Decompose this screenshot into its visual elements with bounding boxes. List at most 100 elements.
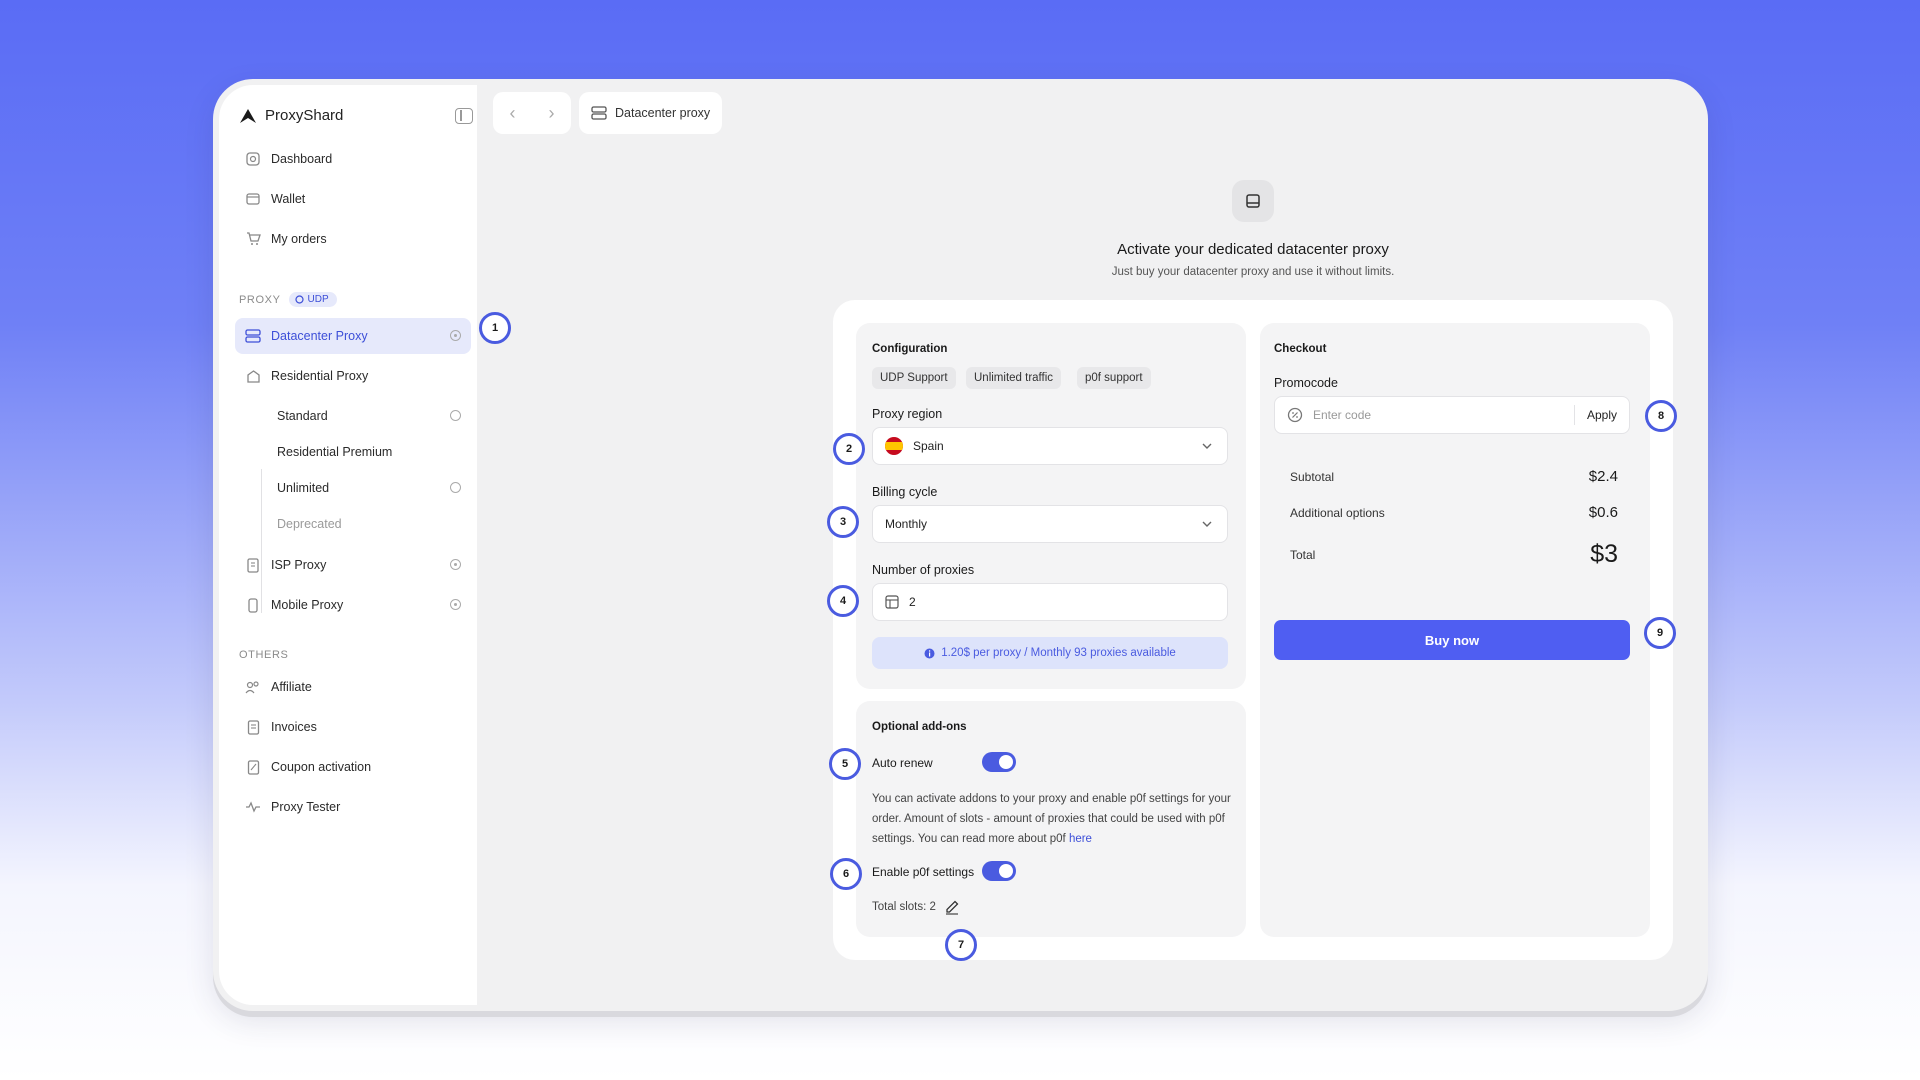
total-value: $3	[1590, 540, 1618, 568]
datacenter-icon	[1232, 180, 1274, 222]
promocode-input[interactable]	[1313, 408, 1564, 422]
p0f-toggle[interactable]	[982, 861, 1016, 881]
callout-badge: 9	[1644, 617, 1676, 649]
page-subtitle: Just buy your datacenter proxy and use i…	[1111, 266, 1395, 278]
region-select[interactable]: Spain	[872, 427, 1228, 465]
region-value: Spain	[913, 439, 944, 453]
phone-icon	[245, 597, 261, 613]
breadcrumb-label: Datacenter proxy	[615, 106, 711, 120]
read-more-link[interactable]: here	[1069, 833, 1092, 845]
info-dot-icon	[450, 559, 461, 570]
checkout-title: Checkout	[1274, 343, 1327, 355]
brand[interactable]: ProxyShard	[239, 107, 343, 124]
billing-select[interactable]: Monthly	[872, 505, 1228, 543]
info-dot-icon	[450, 410, 461, 421]
sidebar-item-label: My orders	[271, 232, 327, 246]
auto-renew-label: Auto renew	[872, 756, 933, 770]
chevron-down-icon	[1202, 521, 1212, 527]
home-icon	[245, 368, 261, 384]
configuration-panel: Configuration UDP Support Unlimited traf…	[856, 323, 1246, 689]
history-nav: ‹ ›	[493, 92, 571, 134]
total-slots: Total slots: 2	[872, 901, 936, 913]
auto-renew-toggle[interactable]	[982, 752, 1016, 772]
sidebar-item-label: Datacenter Proxy	[271, 329, 368, 343]
count-label: Number of proxies	[872, 563, 975, 577]
info-dot-icon	[450, 330, 461, 341]
apply-button[interactable]: Apply	[1573, 405, 1617, 425]
sidebar-item-affiliate[interactable]: Affiliate	[235, 669, 471, 705]
addons-description: You can activate addons to your proxy an…	[872, 793, 1231, 845]
dashboard-icon	[245, 151, 261, 167]
total-row: Total $3	[1290, 540, 1618, 569]
addons-title: Optional add-ons	[872, 721, 967, 733]
sidebar-item-label: Dashboard	[271, 152, 333, 166]
sidebar-item-proxy-tester[interactable]: Proxy Tester	[235, 789, 471, 825]
others-section-label: OTHERS	[239, 649, 289, 661]
sidebar-item-label: Mobile Proxy	[271, 598, 344, 612]
chevron-right-icon[interactable]: ›	[549, 103, 555, 124]
sidebar-item-label: Proxy Tester	[271, 800, 341, 814]
additional-label: Additional options	[1290, 505, 1385, 520]
chevron-left-icon[interactable]: ‹	[510, 103, 516, 124]
region-label: Proxy region	[872, 407, 943, 421]
edit-icon[interactable]	[944, 899, 960, 915]
info-dot-icon	[450, 599, 461, 610]
wallet-icon	[245, 191, 261, 207]
sidebar-item-label: Coupon activation	[271, 760, 372, 774]
additional-value: $0.6	[1588, 504, 1618, 521]
callout-badge: 5	[829, 748, 861, 780]
cart-icon	[245, 231, 261, 247]
sidebar-item-wallet[interactable]: Wallet	[235, 181, 471, 217]
subtotal-label: Subtotal	[1290, 469, 1335, 484]
additional-row: Additional options $0.6	[1290, 504, 1618, 521]
sidebar-item-my-orders[interactable]: My orders	[235, 221, 471, 257]
sidebar-item-mobile-proxy[interactable]: Mobile Proxy	[235, 587, 471, 623]
callout-badge: 3	[827, 506, 859, 538]
proxy-count-input[interactable]: 2	[872, 583, 1228, 621]
udp-badge: UDP	[288, 292, 337, 307]
callout-badge: 4	[827, 585, 859, 617]
sidebar-item-isp-proxy[interactable]: ISP Proxy	[235, 547, 471, 583]
sidebar: ProxyShard Dashboard Wallet My orders PR…	[219, 85, 477, 1005]
pricing-info: 1.20$ per proxy / Monthly 93 proxies ava…	[872, 637, 1228, 669]
subtotal-row: Subtotal $2.4	[1290, 468, 1618, 485]
configuration-title: Configuration	[872, 343, 948, 355]
sidebar-item-coupon-activation[interactable]: Coupon activation	[235, 749, 471, 785]
sidebar-subitem-deprecated[interactable]: Deprecated	[271, 509, 471, 539]
chevron-down-icon	[1202, 443, 1212, 449]
sidebar-subitem-unlimited[interactable]: Unlimited	[271, 473, 471, 503]
feature-chip: p0f support	[1077, 367, 1151, 389]
promocode-label: Promocode	[1274, 376, 1338, 390]
sidebar-item-residential-proxy[interactable]: Residential Proxy	[235, 358, 471, 394]
feature-chip: UDP Support	[872, 367, 956, 389]
invoice-icon	[245, 719, 261, 735]
callout-badge: 7	[945, 929, 977, 961]
count-value: 2	[909, 595, 916, 609]
app-window: ProxyShard Dashboard Wallet My orders PR…	[213, 79, 1708, 1011]
checkout-panel: Checkout Promocode Apply Subtotal $2.4 A…	[1260, 323, 1650, 937]
sidebar-item-datacenter-proxy[interactable]: Datacenter Proxy	[235, 318, 471, 354]
list-icon	[885, 595, 899, 609]
p0f-label: Enable p0f settings	[872, 865, 975, 879]
sidebar-item-invoices[interactable]: Invoices	[235, 709, 471, 745]
sidebar-item-label: Residential Proxy	[271, 369, 369, 383]
sidebar-toggle-icon[interactable]	[455, 108, 473, 124]
billing-label: Billing cycle	[872, 485, 938, 499]
callout-badge: 8	[1645, 400, 1677, 432]
callout-badge: 6	[830, 858, 862, 890]
proxy-section-label: PROXY UDP	[239, 292, 337, 307]
sidebar-item-label: Affiliate	[271, 680, 312, 694]
server-icon	[245, 328, 261, 344]
spain-flag-icon	[885, 437, 903, 455]
info-icon	[924, 648, 935, 658]
breadcrumb[interactable]: Datacenter proxy	[579, 92, 723, 134]
callout-badge: 1	[479, 312, 511, 344]
sidebar-item-dashboard[interactable]: Dashboard	[235, 141, 471, 177]
server-icon	[591, 106, 607, 120]
udp-icon	[294, 295, 304, 304]
sidebar-subitem-residential-premium[interactable]: Residential Premium	[271, 437, 471, 467]
sidebar-subitem-standard[interactable]: Standard	[271, 401, 471, 431]
buy-now-button[interactable]: Buy now	[1274, 620, 1630, 660]
total-label: Total	[1290, 547, 1316, 562]
subtotal-value: $2.4	[1588, 468, 1618, 485]
